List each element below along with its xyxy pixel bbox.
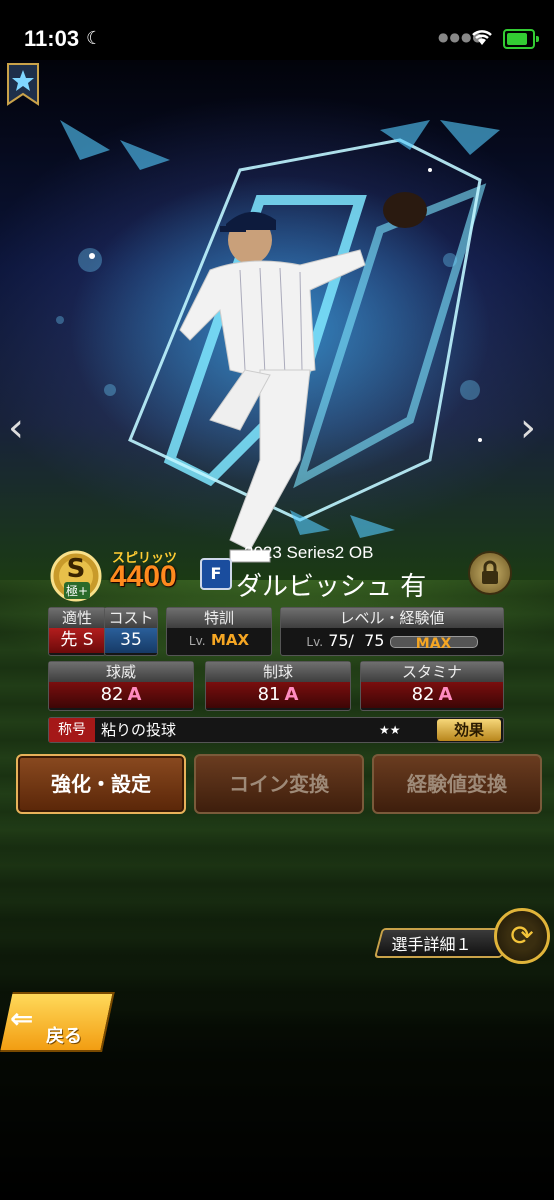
training-panel: 特訓 Lv. MAX (166, 607, 272, 656)
favorite-bookmark-icon[interactable] (6, 62, 40, 106)
title-value: 粘りの投球 (101, 721, 177, 739)
exp-bar-max: MAX (415, 635, 452, 652)
cost-label: コスト (105, 608, 157, 628)
training-label: 特訓 (167, 608, 271, 628)
player-detail-tab[interactable]: 選手詳細１ (373, 928, 511, 958)
level-value-row: Lv. 75/ 75 MAX (281, 628, 503, 653)
back-arrow-icon: ⇐ (10, 1002, 34, 1035)
control-value-row: 81 A (206, 682, 350, 708)
back-label: 戻る (46, 1026, 82, 1047)
level-value: 75/ 75 (328, 631, 385, 650)
aptitude-grade: S (82, 630, 94, 650)
stamina-stat-panel: スタミナ 82 A (360, 661, 504, 711)
level-panel: レベル・経験値 Lv. 75/ 75 MAX (280, 607, 504, 656)
aptitude-value: 先 S (49, 628, 105, 653)
player-portrait (150, 180, 450, 580)
exp-bar: MAX (389, 635, 478, 652)
power-value-row: 82 A (49, 682, 193, 708)
spirits-value: 4400 (110, 560, 177, 593)
control-label: 制球 (206, 662, 350, 682)
aptitude-panel: 適性 先 S (48, 607, 106, 656)
coin-convert-button[interactable]: コイン変換 (194, 754, 364, 814)
training-value: Lv. MAX (167, 628, 271, 653)
stamina-grade: A (438, 684, 453, 705)
swap-icon[interactable]: ⟳ (494, 908, 550, 964)
level-label: レベル・経験値 (281, 608, 503, 628)
title-stars: ★★ (379, 723, 401, 737)
power-value: 82 (100, 684, 124, 705)
enhance-settings-button[interactable]: 強化・設定 (16, 754, 186, 814)
clock-time: 11:03 (24, 26, 80, 51)
rank-letter: S (66, 554, 86, 584)
battery-icon (503, 29, 539, 49)
title-label: 称号 (49, 718, 95, 742)
cost-value: 35 (105, 628, 157, 653)
next-card-arrow-icon[interactable]: › (520, 405, 536, 451)
rank-badge-icon: S 極+ (50, 550, 102, 602)
power-grade: A (127, 684, 142, 705)
power-label: 球威 (49, 662, 193, 682)
control-value: 81 (257, 684, 281, 705)
control-stat-panel: 制球 81 A (205, 661, 351, 711)
exp-convert-button[interactable]: 経験値変換 (372, 754, 542, 814)
effect-button[interactable]: 効果 (437, 719, 501, 741)
power-stat-panel: 球威 82 A (48, 661, 194, 711)
card-series: 2023 Series2 OB (244, 543, 374, 562)
rank-sub-label: 極+ (64, 582, 91, 599)
stamina-value: 82 (411, 684, 435, 705)
aptitude-label: 適性 (49, 608, 105, 628)
team-logo-icon: F (200, 558, 232, 590)
training-max: MAX (210, 631, 250, 649)
wifi-icon (470, 28, 494, 50)
stamina-value-row: 82 A (361, 682, 503, 708)
lock-icon[interactable] (468, 551, 512, 595)
control-grade: A (284, 684, 299, 705)
stamina-label: スタミナ (361, 662, 503, 682)
aptitude-position: 先 (60, 630, 78, 650)
training-lv-prefix: Lv. (188, 634, 206, 648)
title-row: 称号 粘りの投球 ★★ 効果 (48, 717, 504, 743)
player-detail-label: 選手詳細１ (391, 935, 472, 954)
cost-panel: コスト 35 (104, 607, 158, 656)
level-lv-prefix: Lv. (306, 635, 324, 649)
player-name: ダルビッシュ 有 (236, 572, 427, 602)
previous-card-arrow-icon[interactable]: ‹ (8, 405, 24, 451)
moon-icon: ☾ (86, 28, 103, 49)
